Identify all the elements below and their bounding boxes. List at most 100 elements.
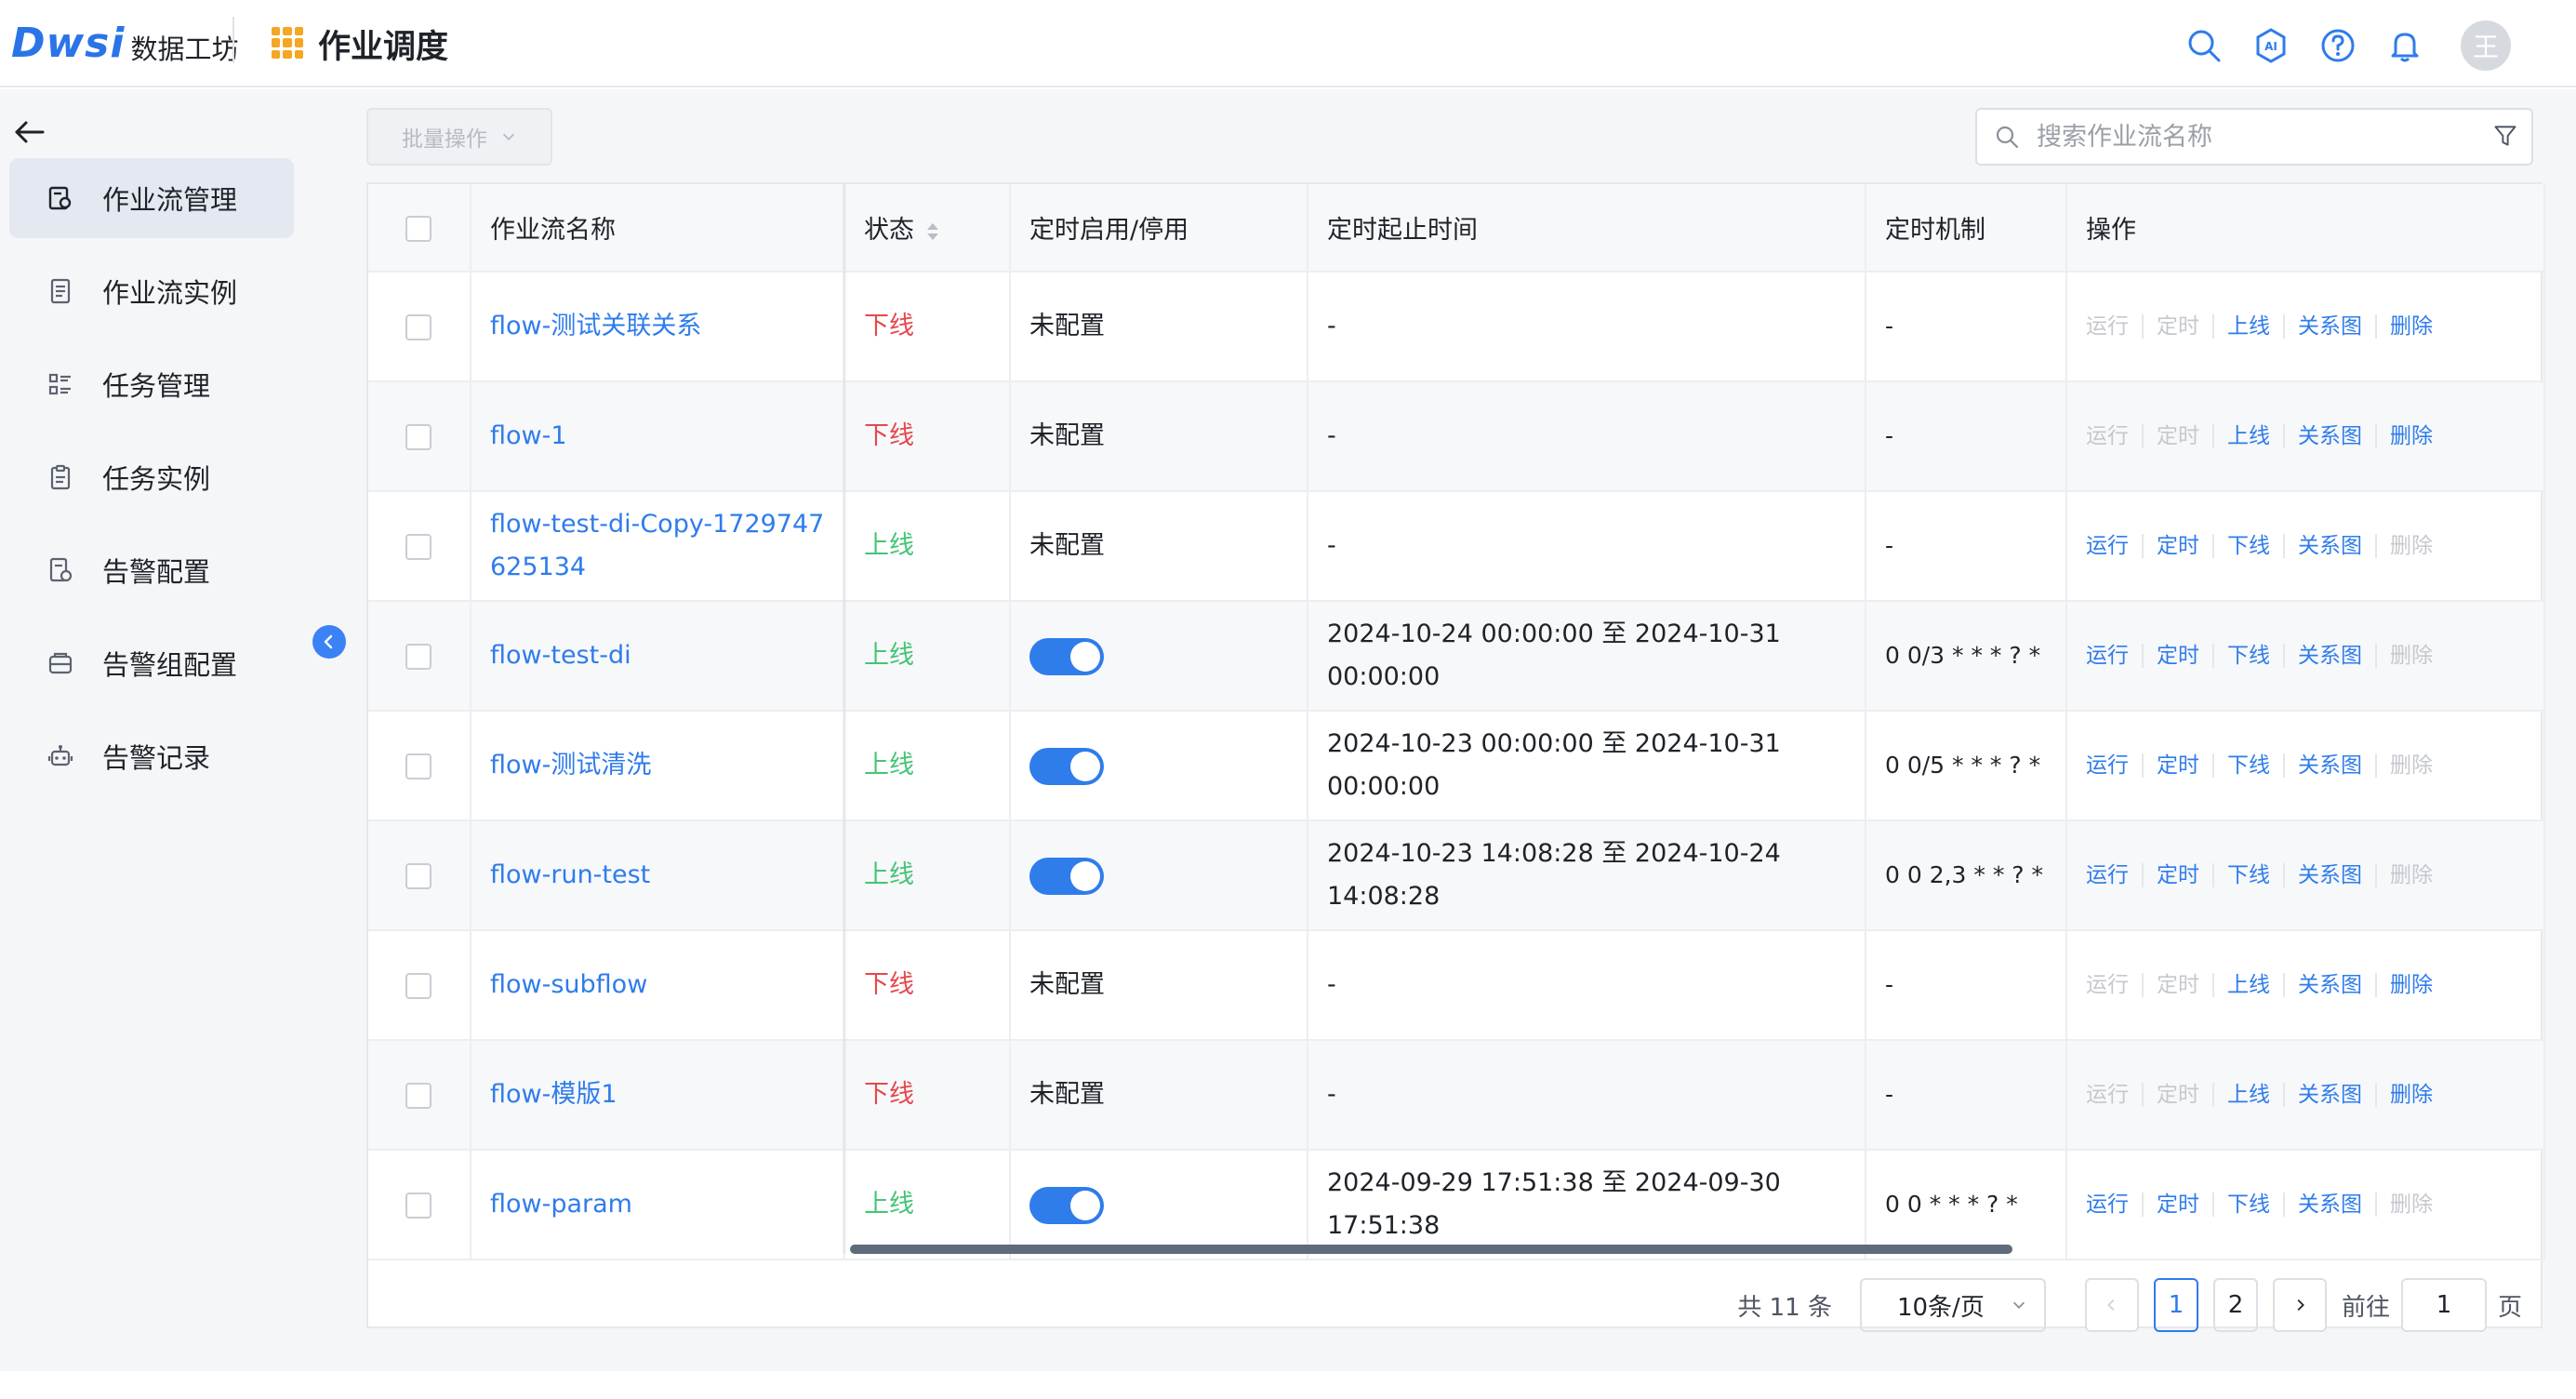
publish-toggle-button[interactable]: 下线 xyxy=(2214,753,2285,778)
row-checkbox[interactable] xyxy=(405,862,432,889)
run-button[interactable]: 运行 xyxy=(2086,424,2144,448)
publish-toggle-button[interactable]: 下线 xyxy=(2214,863,2285,887)
row-checkbox[interactable] xyxy=(405,533,432,560)
relation-graph-button[interactable]: 关系图 xyxy=(2285,534,2377,558)
schedule-button[interactable]: 定时 xyxy=(2144,1192,2214,1217)
ai-assistant-icon[interactable]: AI xyxy=(2251,25,2291,66)
delete-button[interactable]: 删除 xyxy=(2377,424,2446,448)
batch-operation-button[interactable]: 批量操作 xyxy=(366,108,552,166)
sidebar-item-alert-config[interactable]: 告警配置 xyxy=(9,530,294,610)
workflow-name-link[interactable]: flow-模版1 xyxy=(490,1080,617,1109)
relation-graph-button[interactable]: 关系图 xyxy=(2285,863,2377,887)
row-checkbox[interactable] xyxy=(405,1082,432,1109)
schedule-toggle-switch[interactable] xyxy=(1029,1186,1104,1224)
time-range-cell: - xyxy=(1308,930,1866,1041)
sidebar-item-alert-record[interactable]: 告警记录 xyxy=(9,716,294,796)
avatar[interactable]: 王 xyxy=(2461,20,2511,71)
schedule-toggle-cell xyxy=(1010,820,1308,931)
publish-toggle-button[interactable]: 上线 xyxy=(2214,424,2285,448)
schedule-toggle-switch[interactable] xyxy=(1029,637,1104,675)
run-button[interactable]: 运行 xyxy=(2086,1192,2144,1217)
schedule-button[interactable]: 定时 xyxy=(2144,424,2214,448)
sidebar-item-task-instance[interactable]: 任务实例 xyxy=(9,437,294,517)
workflow-name-link[interactable]: flow-run-test xyxy=(490,860,650,889)
column-header-status[interactable]: 状态 xyxy=(844,184,1011,273)
publish-toggle-button[interactable]: 下线 xyxy=(2214,1192,2285,1217)
row-checkbox[interactable] xyxy=(405,643,432,670)
status-header-label: 状态 xyxy=(864,216,914,245)
schedule-button[interactable]: 定时 xyxy=(2144,534,2214,558)
publish-toggle-button[interactable]: 下线 xyxy=(2214,534,2285,558)
logo[interactable]: Dwsi 数据工坊 xyxy=(11,17,238,69)
page-size-value: 10条/页 xyxy=(1896,1293,1985,1322)
goto-page-input[interactable] xyxy=(2400,1278,2487,1332)
publish-toggle-button[interactable]: 上线 xyxy=(2214,973,2285,997)
sort-icon[interactable] xyxy=(925,221,940,242)
bell-icon[interactable] xyxy=(2384,25,2425,66)
workflow-name-link[interactable]: flow-test-di xyxy=(490,641,631,670)
schedule-button[interactable]: 定时 xyxy=(2144,863,2214,887)
sidebar-item-workflow-instance[interactable]: 作业流实例 xyxy=(9,251,294,331)
next-page-button[interactable] xyxy=(2272,1278,2327,1332)
run-button[interactable]: 运行 xyxy=(2086,534,2144,558)
publish-toggle-button[interactable]: 下线 xyxy=(2214,644,2285,668)
schedule-toggle-switch[interactable] xyxy=(1029,747,1104,785)
row-checkbox[interactable] xyxy=(405,972,432,999)
help-icon[interactable] xyxy=(2317,25,2358,66)
workflow-name-link[interactable]: flow-测试关联关系 xyxy=(490,312,701,340)
workflow-name-link[interactable]: flow-subflow xyxy=(490,970,647,999)
publish-toggle-button[interactable]: 上线 xyxy=(2214,314,2285,339)
relation-graph-button[interactable]: 关系图 xyxy=(2285,1083,2377,1107)
sidebar-collapse-button[interactable] xyxy=(312,625,346,659)
run-button[interactable]: 运行 xyxy=(2086,1083,2144,1107)
delete-button[interactable]: 删除 xyxy=(2377,644,2446,668)
schedule-button[interactable]: 定时 xyxy=(2144,314,2214,339)
schedule-toggle-switch[interactable] xyxy=(1029,857,1104,895)
page-1-button[interactable]: 1 xyxy=(2153,1278,2198,1332)
delete-button[interactable]: 删除 xyxy=(2377,863,2446,887)
run-button[interactable]: 运行 xyxy=(2086,314,2144,339)
sidebar-item-alert-group[interactable]: 告警组配置 xyxy=(9,623,294,703)
prev-page-button[interactable] xyxy=(2084,1278,2139,1332)
delete-button[interactable]: 删除 xyxy=(2377,753,2446,778)
schedule-button[interactable]: 定时 xyxy=(2144,1083,2214,1107)
filter-icon[interactable] xyxy=(2492,123,2518,149)
horizontal-scrollbar[interactable] xyxy=(850,1245,2012,1254)
workflow-name-link[interactable]: flow-1 xyxy=(490,421,567,450)
delete-button[interactable]: 删除 xyxy=(2377,534,2446,558)
run-button[interactable]: 运行 xyxy=(2086,753,2144,778)
delete-button[interactable]: 删除 xyxy=(2377,1083,2446,1107)
page-2-button[interactable]: 2 xyxy=(2212,1278,2258,1332)
schedule-button[interactable]: 定时 xyxy=(2144,753,2214,778)
relation-graph-button[interactable]: 关系图 xyxy=(2285,644,2377,668)
page-size-select[interactable]: 10条/页 xyxy=(1859,1278,2046,1332)
select-all-checkbox[interactable] xyxy=(405,215,432,242)
relation-graph-button[interactable]: 关系图 xyxy=(2285,1192,2377,1217)
row-checkbox[interactable] xyxy=(405,753,432,779)
search-icon[interactable] xyxy=(2184,25,2224,66)
sidebar-item-task-management[interactable]: 任务管理 xyxy=(9,344,294,424)
workflow-name-link[interactable]: flow-test-di-Copy-1729747625134 xyxy=(490,510,824,581)
row-checkbox[interactable] xyxy=(405,313,432,340)
app-grid-icon[interactable] xyxy=(272,27,303,59)
row-checkbox[interactable] xyxy=(405,423,432,450)
row-checkbox[interactable] xyxy=(405,1192,432,1219)
relation-graph-button[interactable]: 关系图 xyxy=(2285,973,2377,997)
back-arrow-icon[interactable] xyxy=(13,115,46,149)
search-input[interactable] xyxy=(2037,122,2474,152)
relation-graph-button[interactable]: 关系图 xyxy=(2285,314,2377,339)
delete-button[interactable]: 删除 xyxy=(2377,1192,2446,1217)
relation-graph-button[interactable]: 关系图 xyxy=(2285,424,2377,448)
workflow-name-link[interactable]: flow-测试清洗 xyxy=(490,751,651,779)
run-button[interactable]: 运行 xyxy=(2086,863,2144,887)
run-button[interactable]: 运行 xyxy=(2086,973,2144,997)
workflow-name-link[interactable]: flow-param xyxy=(490,1190,632,1219)
delete-button[interactable]: 删除 xyxy=(2377,973,2446,997)
publish-toggle-button[interactable]: 上线 xyxy=(2214,1083,2285,1107)
run-button[interactable]: 运行 xyxy=(2086,644,2144,668)
schedule-button[interactable]: 定时 xyxy=(2144,973,2214,997)
sidebar-item-workflow-management[interactable]: 作业流管理 xyxy=(9,158,294,238)
relation-graph-button[interactable]: 关系图 xyxy=(2285,753,2377,778)
delete-button[interactable]: 删除 xyxy=(2377,314,2446,339)
schedule-button[interactable]: 定时 xyxy=(2144,644,2214,668)
